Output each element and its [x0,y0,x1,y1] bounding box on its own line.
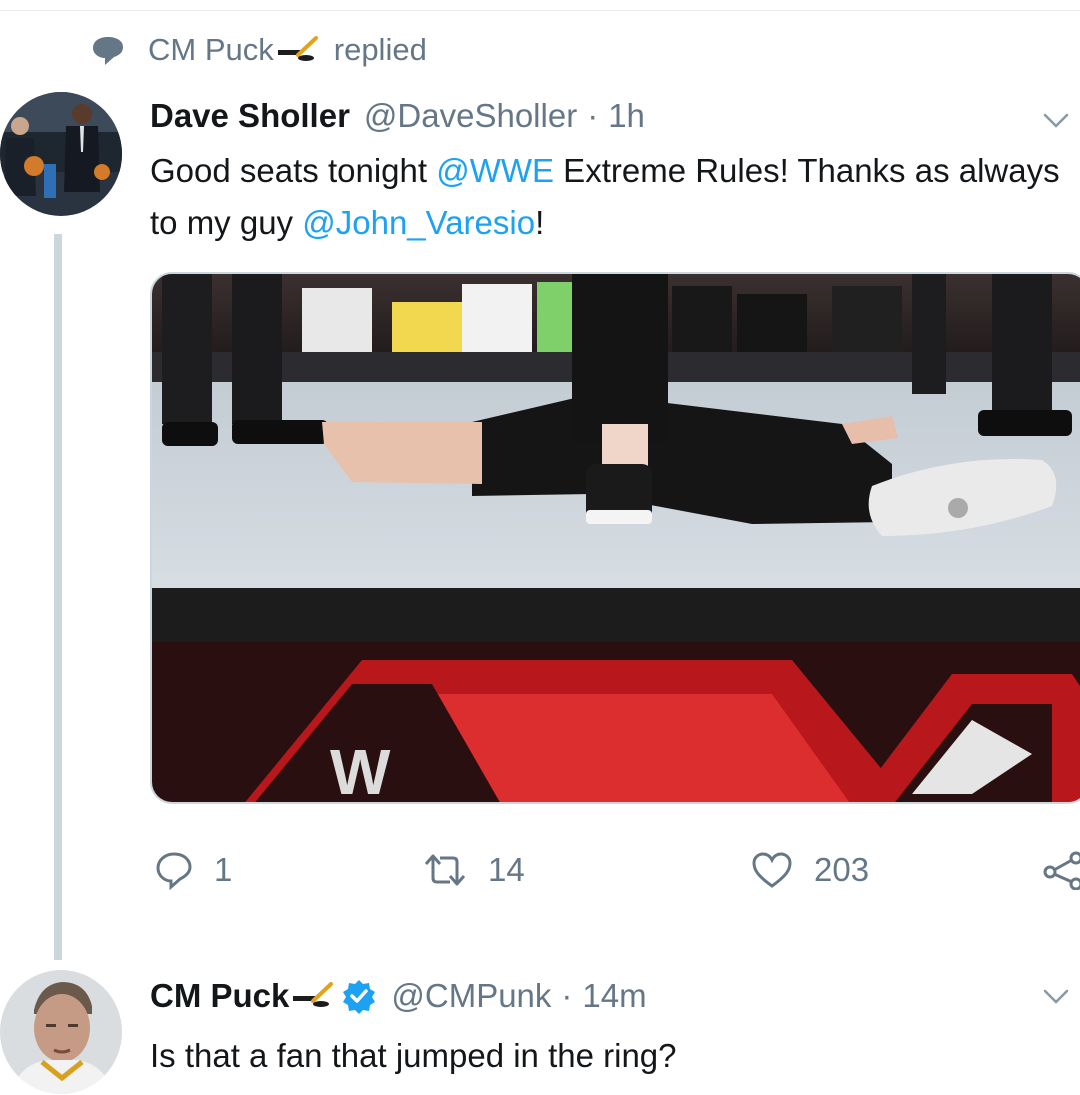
share-icon [1043,851,1080,890]
retweet-button[interactable]: 14 [422,845,525,895]
retweet-count: 14 [488,851,525,888]
reply-context[interactable]: CM Puck replied [90,30,427,70]
user-handle[interactable]: @DaveSholler [364,97,577,135]
chevron-down-icon[interactable] [1042,988,1070,1006]
like-icon [752,852,792,888]
tweet-photo[interactable]: W [150,272,1080,804]
chevron-down-icon[interactable] [1042,112,1070,130]
reply-count: 1 [214,851,233,888]
reply-button[interactable]: 1 [154,845,232,895]
verified-badge-icon [343,980,376,1014]
avatar-photo [0,92,122,216]
like-count: 203 [814,851,870,888]
mention-link[interactable]: @John_Varesio [302,204,535,241]
top-divider [0,10,1080,11]
separator: · [561,977,573,1014]
separator: · [587,97,599,134]
avatar[interactable] [0,92,122,216]
mention-link[interactable]: @WWE [436,152,554,189]
like-button[interactable]: 203 [750,845,869,895]
tweet-text: Good seats tonight @WWE Extreme Rules! T… [150,145,1080,249]
share-button[interactable] [1042,845,1080,895]
speech-bubble-icon [93,37,123,65]
reply-header: CM Puck @CMPunk · 14m [150,974,647,1018]
context-action: replied [333,32,427,67]
svg-text:W: W [330,736,391,804]
avatar[interactable] [0,970,122,1094]
hockey-stick-emoji [293,982,334,1007]
retweet-icon [424,854,466,886]
tweet-text-part: ! [535,204,545,241]
avatar-photo [0,970,122,1094]
hockey-stick-emoji [277,36,318,61]
reply-icon [156,852,192,890]
display-name[interactable]: CM Puck [150,977,289,1015]
tweet-actions: 1 14 203 [150,845,1080,895]
timestamp[interactable]: 1h [608,97,645,135]
context-name: CM Puck [148,32,274,67]
tweet-text-part: Good seats tonight [150,152,437,189]
photo-content: W [152,274,1080,804]
tweet-header: Dave Sholler @DaveSholler · 1h [150,94,645,138]
thread-line [54,234,62,960]
display-name[interactable]: Dave Sholler [150,97,350,135]
timestamp[interactable]: 14m [582,977,646,1015]
reply-text: Is that a fan that jumped in the ring? [150,1037,677,1074]
user-handle[interactable]: @CMPunk [391,977,551,1015]
